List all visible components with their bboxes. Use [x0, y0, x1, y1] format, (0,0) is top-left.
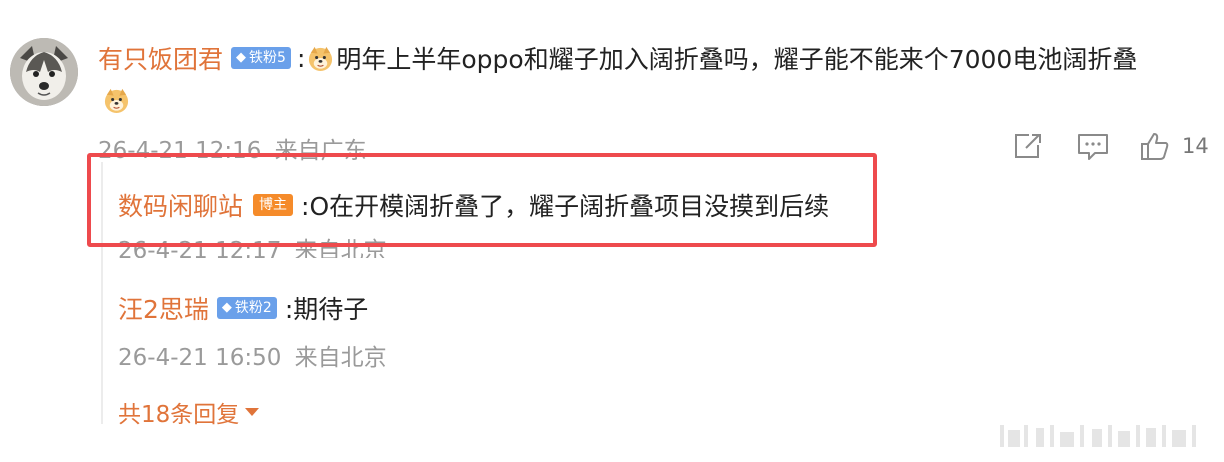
share-button[interactable] — [1013, 132, 1043, 160]
doge-emoji — [307, 45, 334, 72]
doge-emoji — [103, 87, 130, 114]
like-button[interactable]: 14 — [1140, 131, 1209, 161]
reply-location: 来自北京 — [294, 345, 387, 371]
fan-badge-label: 铁粉5 — [249, 50, 286, 66]
reply-timestamp: 26-4-21 16:50 — [118, 345, 282, 371]
husky-avatar-image — [10, 38, 78, 106]
comment-text: 明年上半年oppo和耀子加入阔折叠吗，耀子能不能来个7000电池阔折叠 — [336, 45, 1138, 74]
avatar[interactable] — [10, 38, 78, 106]
more-replies-label: 共18条回复 — [118, 402, 240, 428]
like-icon — [1141, 133, 1169, 160]
diamond-icon: ◆ — [236, 50, 247, 65]
reply-2-meta: 26-4-21 16:50 来自北京 — [118, 338, 387, 372]
reply-button[interactable] — [1077, 132, 1109, 162]
share-icon — [1015, 134, 1041, 158]
like-count: 14 — [1182, 134, 1209, 158]
reply-text: :期待子 — [284, 295, 369, 324]
fan-badge-label: 铁粉2 — [234, 300, 272, 316]
comment-icon — [1078, 134, 1108, 160]
highlight-box — [87, 153, 877, 247]
comment-separator: : — [296, 43, 306, 73]
comment-username[interactable]: 有只饭团君 — [98, 40, 223, 76]
reply-username[interactable]: 汪2思瑞 — [118, 290, 209, 326]
fan-badge[interactable]: ◆ 铁粉5 — [231, 47, 291, 69]
more-replies-link[interactable]: 共18条回复 — [118, 395, 260, 429]
chevron-down-icon — [245, 408, 260, 416]
diamond-icon: ◆ — [221, 300, 232, 315]
reply-2: 汪2思瑞 ◆ 铁粉2 :期待子 — [118, 290, 368, 326]
fan-badge[interactable]: ◆ 铁粉2 — [216, 297, 277, 319]
comment-header: 有只饭团君 ◆ 铁粉5 : 明年上半年oppo和耀子加入阔折叠吗，耀子能不能来个… — [98, 40, 1137, 76]
